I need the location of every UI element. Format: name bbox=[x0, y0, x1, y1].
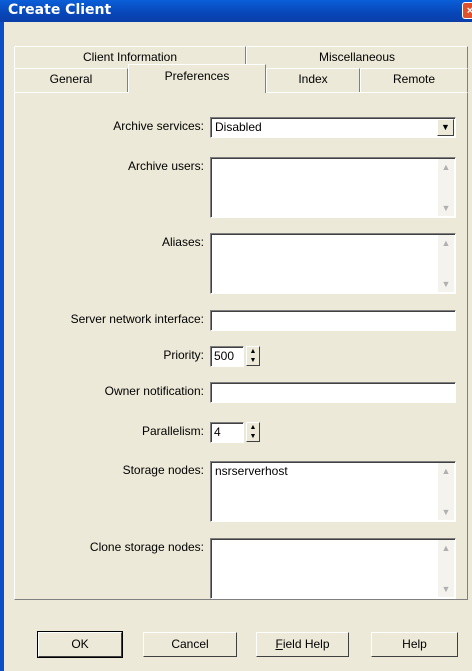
ok-button[interactable]: OK bbox=[37, 631, 123, 658]
scroll-down-arrow-icon[interactable]: ▼ bbox=[438, 276, 454, 292]
spin-down-icon[interactable]: ▼ bbox=[247, 432, 259, 441]
field-help-button[interactable]: Field Help bbox=[256, 632, 349, 657]
tab-label: General bbox=[49, 72, 93, 86]
clone-storage-nodes-scrollbar[interactable]: ▲ ▼ bbox=[438, 540, 454, 597]
storage-nodes-label: Storage nodes: bbox=[122, 463, 204, 477]
archive-services-value: Disabled bbox=[215, 120, 262, 134]
clone-storage-nodes-field[interactable]: ▲ ▼ bbox=[210, 538, 456, 599]
aliases-field[interactable]: ▲ ▼ bbox=[210, 233, 456, 294]
scroll-up-arrow-icon[interactable]: ▲ bbox=[438, 463, 454, 479]
spin-up-icon[interactable]: ▲ bbox=[247, 347, 259, 356]
tab-label: Index bbox=[298, 72, 328, 86]
scroll-down-arrow-icon[interactable]: ▼ bbox=[438, 581, 454, 597]
archive-users-label: Archive users: bbox=[127, 159, 204, 173]
scroll-down-arrow-icon[interactable]: ▼ bbox=[438, 504, 454, 520]
priority-stepper[interactable]: ▲ ▼ bbox=[246, 346, 260, 366]
tab-remote[interactable]: Remote bbox=[360, 68, 468, 92]
title-bar: Create Client × bbox=[0, 0, 472, 22]
tab-label: Client Information bbox=[82, 50, 178, 64]
parallelism-label: Parallelism: bbox=[141, 424, 204, 438]
scroll-up-arrow-icon[interactable]: ▲ bbox=[438, 540, 454, 556]
close-icon[interactable]: × bbox=[462, 2, 472, 19]
help-button[interactable]: Help bbox=[371, 632, 458, 657]
window-title: Create Client bbox=[8, 2, 112, 18]
cancel-button[interactable]: Cancel bbox=[143, 632, 237, 657]
parallelism-stepper[interactable]: ▲ ▼ bbox=[246, 422, 260, 442]
tab-label: Preferences bbox=[164, 69, 230, 83]
priority-field[interactable]: 500 bbox=[210, 346, 244, 367]
archive-services-select[interactable]: Disabled ▼ bbox=[210, 117, 456, 138]
tab-preferences[interactable]: Preferences bbox=[128, 64, 266, 93]
field-help-mnemonic: F bbox=[275, 637, 283, 651]
tab-index[interactable]: Index bbox=[266, 68, 360, 92]
parallelism-field[interactable]: 4 bbox=[210, 422, 244, 443]
priority-label: Priority: bbox=[163, 348, 204, 362]
owner-notification-field[interactable] bbox=[210, 382, 456, 403]
storage-nodes-value: nsrserverhost bbox=[215, 464, 288, 478]
server-network-interface-field[interactable] bbox=[210, 310, 456, 331]
clone-storage-nodes-label: Clone storage nodes: bbox=[89, 540, 204, 554]
archive-users-scrollbar[interactable]: ▲ ▼ bbox=[438, 159, 454, 216]
tab-miscellaneous[interactable]: Miscellaneous bbox=[246, 46, 468, 68]
chevron-down-icon[interactable]: ▼ bbox=[437, 119, 454, 136]
scroll-up-arrow-icon[interactable]: ▲ bbox=[438, 159, 454, 175]
tab-label: Miscellaneous bbox=[318, 50, 396, 64]
aliases-scrollbar[interactable]: ▲ ▼ bbox=[438, 235, 454, 292]
scroll-down-arrow-icon[interactable]: ▼ bbox=[438, 200, 454, 216]
scroll-up-arrow-icon[interactable]: ▲ bbox=[438, 235, 454, 251]
field-help-label: ield Help bbox=[282, 637, 330, 651]
priority-value: 500 bbox=[214, 349, 235, 363]
owner-notification-label: Owner notification: bbox=[104, 384, 204, 398]
tab-label: Remote bbox=[392, 72, 436, 86]
aliases-label: Aliases: bbox=[161, 235, 204, 249]
tab-general[interactable]: General bbox=[14, 68, 128, 92]
spin-up-icon[interactable]: ▲ bbox=[247, 423, 259, 432]
storage-nodes-scrollbar[interactable]: ▲ ▼ bbox=[438, 463, 454, 520]
archive-services-label: Archive services: bbox=[113, 119, 204, 133]
parallelism-value: 4 bbox=[214, 425, 221, 439]
spin-down-icon[interactable]: ▼ bbox=[247, 356, 259, 365]
storage-nodes-field[interactable]: nsrserverhost ▲ ▼ bbox=[210, 461, 456, 522]
archive-users-field[interactable]: ▲ ▼ bbox=[210, 157, 456, 218]
server-network-interface-label: Server network interface: bbox=[70, 312, 204, 326]
